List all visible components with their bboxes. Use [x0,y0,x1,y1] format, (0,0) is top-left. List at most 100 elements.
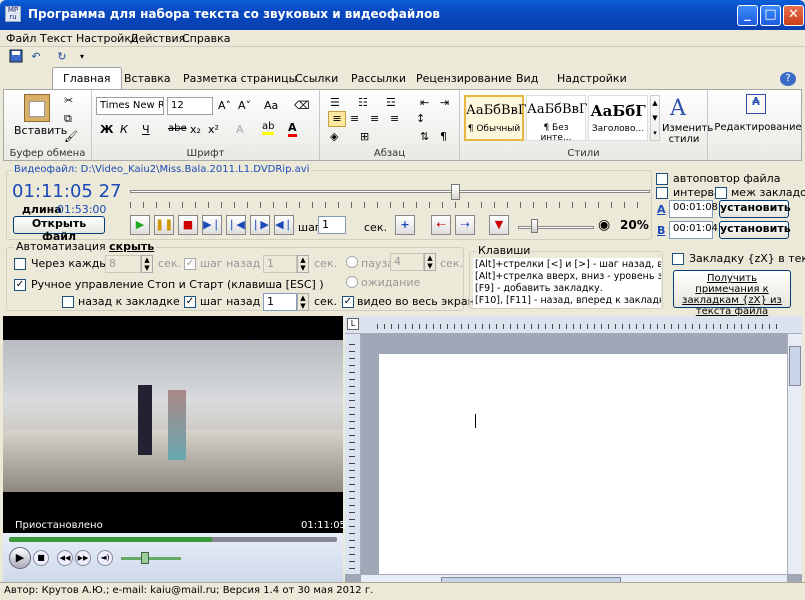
menu-actions[interactable]: Действия [130,32,185,45]
shading-icon[interactable]: ◈ [330,130,338,143]
next-icon[interactable]: ▶▶ [75,550,91,566]
superscript-button[interactable]: x² [208,123,219,136]
align-left-icon[interactable]: ≡ [328,111,346,127]
menu-text[interactable]: Текст [40,32,73,45]
change-case-icon[interactable]: Aa [264,99,278,112]
stepback2-input[interactable]: 1 [263,293,297,311]
wait-radio[interactable] [346,276,358,288]
style-normal[interactable]: АаБбВвГ ¶ Обычный [464,95,526,141]
get-notes-button[interactable]: Получить примечания к закладкам {zX} из … [673,270,791,317]
interval-checkbox[interactable] [656,187,668,199]
subscript-button[interactable]: x₂ [190,123,201,136]
tab-references[interactable]: Ссылки [295,72,338,85]
hide-link[interactable]: скрыть [109,240,154,253]
tab-home[interactable]: Главная [52,67,122,90]
font-size-combo[interactable]: 12 [167,97,213,115]
between-marks-checkbox[interactable] [715,187,727,199]
vertical-scrollbar[interactable] [787,334,802,574]
set-a-button[interactable]: установить [719,200,791,218]
save-icon[interactable] [8,49,24,65]
align-center-icon[interactable]: ≡ [350,112,359,125]
a-time-input[interactable]: 00:01:08 [669,200,718,218]
font-family-combo[interactable]: Times New Rc [96,97,164,115]
stop-icon[interactable]: ■ [33,550,49,566]
tab-insert[interactable]: Вставка [124,72,171,85]
font-color-icon[interactable]: A [288,121,297,137]
pause-input[interactable]: 4 [390,253,424,271]
tab-addins[interactable]: Надстройки [557,72,627,85]
stepback-input[interactable]: 1 [263,255,297,273]
pause-icon[interactable]: ❚❚ [154,215,174,235]
next-icon[interactable]: ▶❘ [202,215,222,235]
add-bookmark-icon[interactable]: + [395,215,415,235]
tab-view[interactable]: Вид [516,72,538,85]
change-styles-button[interactable]: Изменить стили [662,123,713,145]
italic-button[interactable]: К [120,123,128,136]
maximize-button[interactable]: □ [760,5,781,26]
change-styles-icon[interactable]: A [670,96,686,121]
close-button[interactable]: ✕ [783,5,804,26]
document-page[interactable] [379,354,787,576]
tab-page-layout[interactable]: Разметка страницы [183,72,297,85]
style-no-spacing[interactable]: АаБбВвГ ¶ Без инте... [526,95,587,143]
every-input[interactable]: 8 [105,255,141,273]
borders-icon[interactable]: ⊞ [360,130,369,143]
tab-selector-icon[interactable]: L [347,318,359,330]
stepback2-spinner[interactable]: ▲ ▼ [297,293,309,311]
minimize-button[interactable]: _ [737,5,758,26]
fullscreen-checkbox[interactable]: ✓ [342,296,354,308]
decrease-indent-icon[interactable]: ⇤ [420,96,429,109]
redo-icon[interactable]: ↻ [54,49,70,65]
bookmark-to-text-checkbox[interactable] [672,253,684,265]
bold-button[interactable]: Ж [100,123,113,136]
scroll-thumb[interactable] [789,346,801,386]
highlight-icon[interactable]: ab [262,121,275,135]
undo-icon[interactable]: ↶ [28,49,44,65]
bullets-icon[interactable]: ☰ [330,96,340,109]
paste-button[interactable]: Вставить [14,124,67,137]
cut-icon[interactable]: ✂ [64,94,73,107]
dropdown-icon[interactable]: ▾ [74,49,90,65]
open-file-button[interactable]: Открыть файл [13,216,105,243]
every-spinner[interactable]: ▲ ▼ [141,255,153,273]
stop-icon[interactable]: ■ [178,215,198,235]
menu-settings[interactable]: Настройки [76,32,138,45]
grow-font-icon[interactable]: A˄ [218,99,231,112]
set-b-button[interactable]: установить [719,221,791,239]
shrink-font-icon[interactable]: A˅ [238,99,251,112]
copy-icon[interactable]: ⧉ [64,112,72,126]
position-slider-thumb[interactable] [451,184,460,200]
pause-radio[interactable] [346,256,358,268]
step-back-icon[interactable]: ◀❘ [274,215,294,235]
play-icon[interactable]: ▶ [130,215,150,235]
menu-file[interactable]: Файл [6,32,36,45]
menu-help[interactable]: Справка [182,32,230,45]
tab-mailings[interactable]: Рассылки [351,72,406,85]
pilcrow-icon[interactable]: ¶ [440,130,447,143]
volume-thumb[interactable] [141,552,149,564]
text-effects-icon[interactable]: A [236,123,244,136]
video-frame[interactable] [3,340,343,492]
manual-control-checkbox[interactable]: ✓ [14,279,26,291]
prev-bookmark-icon[interactable]: ⇠ [431,215,451,235]
stepback2-checkbox[interactable]: ✓ [184,296,196,308]
help-icon[interactable]: ? [780,72,796,86]
every-checkbox[interactable] [14,258,26,270]
volume-track[interactable] [121,557,181,560]
next-bookmark-icon[interactable]: ⇢ [455,215,475,235]
numbering-icon[interactable]: ☷ [358,96,368,109]
play-icon[interactable]: ▶ [9,547,31,569]
tab-review[interactable]: Рецензирование [416,72,512,85]
previous-icon[interactable]: ◀◀ [57,550,73,566]
stepback-spinner[interactable]: ▲ ▼ [297,255,309,273]
find-icon[interactable]: ₳ [746,94,766,114]
line-spacing-icon[interactable]: ↕ [416,112,425,125]
mark-icon[interactable]: ▼ [489,215,509,235]
to-start-icon[interactable]: ❘◀ [226,215,246,235]
paste-icon[interactable] [24,94,50,122]
volume-thumb[interactable] [531,219,538,233]
styles-scroll[interactable]: ▲ ▼ ▾ [650,95,660,141]
align-right-icon[interactable]: ≡ [370,112,379,125]
mute-icon[interactable]: ◄) [97,550,113,566]
justify-icon[interactable]: ≡ [390,112,399,125]
